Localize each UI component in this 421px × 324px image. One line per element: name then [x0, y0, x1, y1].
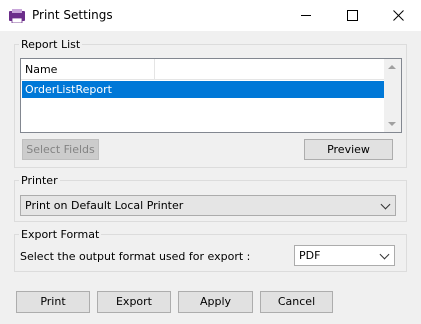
scroll-up-arrow-icon[interactable] — [388, 65, 396, 69]
close-button[interactable] — [375, 0, 421, 31]
export-format-select-value: PDF — [299, 249, 321, 262]
report-listview[interactable]: Name OrderListReport — [20, 58, 402, 133]
window-title: Print Settings — [32, 8, 113, 22]
minimize-icon — [301, 15, 311, 16]
close-icon — [392, 10, 404, 21]
listview-scrollbar[interactable] — [384, 59, 401, 132]
app-icon — [9, 9, 25, 23]
column-header-name[interactable]: Name — [21, 59, 155, 79]
scroll-down-arrow-icon[interactable] — [388, 122, 396, 126]
apply-button[interactable]: Apply — [178, 291, 253, 313]
maximize-button[interactable] — [329, 0, 375, 31]
listview-header: Name — [21, 59, 385, 80]
select-fields-button[interactable]: Select Fields — [22, 139, 99, 160]
preview-button[interactable]: Preview — [304, 139, 393, 160]
export-format-select[interactable]: PDF — [294, 245, 395, 266]
maximize-icon — [346, 10, 358, 21]
export-button[interactable]: Export — [97, 291, 171, 313]
minimize-button[interactable] — [283, 0, 329, 31]
printer-select-value: Print on Default Local Printer — [25, 199, 184, 212]
export-format-legend: Export Format — [21, 228, 100, 241]
chevron-down-icon — [379, 249, 390, 260]
list-item[interactable]: OrderListReport — [22, 81, 385, 98]
printer-select[interactable]: Print on Default Local Printer — [20, 195, 396, 216]
title-bar: Print Settings — [0, 0, 421, 31]
chevron-down-icon — [380, 199, 391, 210]
report-list-legend: Report List — [21, 38, 81, 51]
cancel-button[interactable]: Cancel — [260, 291, 333, 313]
export-format-label: Select the output format used for export… — [20, 250, 251, 263]
printer-legend: Printer — [21, 174, 58, 187]
print-button[interactable]: Print — [16, 291, 90, 313]
